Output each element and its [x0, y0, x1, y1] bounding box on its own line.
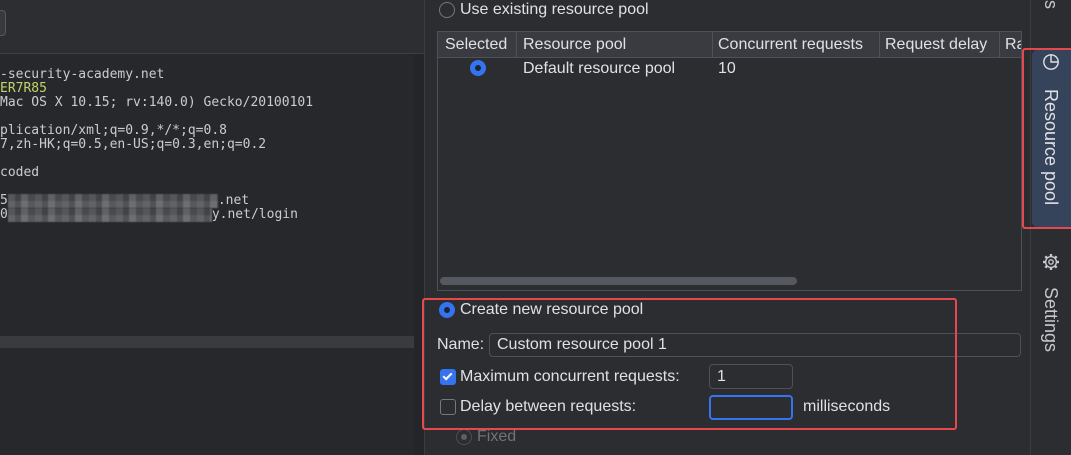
- cell-concurrent-requests: 10: [718, 60, 736, 77]
- resource-pool-table[interactable]: Selected Resource pool Concurrent reques…: [437, 31, 1022, 291]
- request-line-redacted: 0 y.net/login: [0, 208, 298, 222]
- redaction-blur: [7, 208, 212, 222]
- request-line: coded: [0, 165, 40, 180]
- editor-toolbar: [0, 0, 424, 54]
- pool-name-input[interactable]: [489, 333, 1021, 357]
- column-header-resource-pool[interactable]: Resource pool: [517, 32, 713, 57]
- request-line-cookie-value: ER7R85: [0, 81, 47, 96]
- gear-icon: [1042, 253, 1060, 271]
- table-horizontal-scrollbar[interactable]: [440, 277, 797, 285]
- sidebar-tab-label: Resource pool: [1041, 89, 1061, 206]
- line-suffix: .net: [217, 193, 250, 208]
- delay-unit-label: milliseconds: [803, 398, 891, 415]
- sidebar-tab-label: Settings: [1041, 287, 1061, 353]
- request-line: 7,zh-HK;q=0.5,en-US;q=0.3,en;q=0.2: [0, 137, 267, 152]
- cell-resource-pool: Default resource pool: [523, 60, 676, 77]
- row-select-radio[interactable]: [470, 60, 486, 76]
- delay-label[interactable]: Delay between requests:: [460, 397, 636, 417]
- request-editor[interactable]: -security-academy.net ER7R85 Mac OS X 10…: [0, 0, 425, 455]
- request-line: -security-academy.net: [0, 67, 165, 82]
- fixed-delay-label[interactable]: Fixed: [477, 427, 516, 447]
- column-header-selected[interactable]: Selected: [438, 32, 517, 57]
- max-concurrent-input[interactable]: [709, 364, 793, 389]
- delay-checkbox[interactable]: [440, 399, 456, 415]
- tool-window-sidebar: s Resource pool Settings: [1030, 0, 1071, 455]
- radio-dot: [444, 307, 450, 313]
- line-prefix: 0: [0, 207, 8, 222]
- max-concurrent-label[interactable]: Maximum concurrent requests:: [460, 367, 680, 387]
- table-header: Selected Resource pool Concurrent reques…: [438, 32, 1021, 58]
- fixed-delay-radio[interactable]: [456, 429, 472, 445]
- request-line: plication/xml;q=0.9,*/*;q=0.8: [0, 123, 227, 138]
- redaction-blur: [7, 194, 218, 208]
- resource-pool-panel: Use existing resource pool Selected Reso…: [426, 0, 1030, 455]
- create-new-pool-radio[interactable]: [439, 302, 455, 318]
- column-header-truncated[interactable]: Ra: [1000, 32, 1021, 57]
- table-row[interactable]: Default resource pool 10: [438, 58, 1021, 79]
- pie-chart-icon: [1042, 53, 1060, 71]
- pool-name-label: Name:: [437, 336, 485, 353]
- line-prefix: 5: [0, 193, 8, 208]
- radio-dot: [475, 65, 481, 71]
- max-concurrent-checkbox[interactable]: [440, 369, 456, 385]
- column-header-request-delay[interactable]: Request delay: [880, 32, 1000, 57]
- checkmark-icon: [442, 370, 453, 381]
- create-new-pool-label[interactable]: Create new resource pool: [460, 300, 643, 320]
- editor-vertical-scrollbar[interactable]: [414, 54, 424, 455]
- request-line-redacted: 5 .net: [0, 194, 249, 208]
- sidebar-tab-settings[interactable]: Settings: [1031, 244, 1071, 366]
- use-existing-pool-label[interactable]: Use existing resource pool: [460, 0, 649, 20]
- line-suffix: y.net/login: [211, 207, 298, 222]
- use-existing-pool-radio[interactable]: [439, 2, 455, 18]
- request-line: Mac OS X 10.15; rv:140.0) Gecko/20100101: [0, 95, 314, 110]
- radio-dot: [461, 434, 467, 440]
- sidebar-tab-resource-pool[interactable]: Resource pool: [1032, 50, 1071, 227]
- sidebar-tab-partial[interactable]: s: [1031, 0, 1071, 14]
- editor-horizontal-scrollbar[interactable]: [0, 336, 414, 348]
- delay-input[interactable]: [709, 395, 793, 420]
- toolbar-button[interactable]: [0, 10, 6, 36]
- column-header-concurrent-requests[interactable]: Concurrent requests: [713, 32, 880, 57]
- sidebar-tab-label: s: [1041, 0, 1061, 9]
